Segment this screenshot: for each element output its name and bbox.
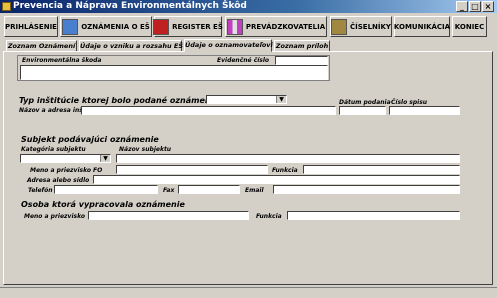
maximize-button[interactable]: □ [469, 1, 481, 12]
status-bar [0, 287, 497, 298]
window-title: Prevencia a Náprava Environmentálnych Šk… [13, 1, 247, 11]
document-icon [62, 18, 79, 35]
minimize-button[interactable]: _ [456, 1, 468, 12]
osoba-meno-label: Meno a priezvisko [24, 213, 85, 220]
title-bar: Prevencia a Náprava Environmentálnych Šk… [0, 0, 497, 13]
kategoria-subjektu-label: Kategória subjektu [21, 146, 86, 153]
app-icon [2, 2, 11, 11]
book-icon [153, 18, 170, 35]
evidencne-cislo-input[interactable] [275, 56, 328, 65]
chevron-down-icon[interactable]: ▼ [100, 155, 110, 162]
osoba-funkcia-label: Funkcia [256, 213, 282, 220]
menu-prevadzkovatelia-label: PREVÁDZKOVATELIA [245, 22, 326, 31]
menu-oznamenia-label: OZNÁMENIA O EŠ [81, 22, 150, 31]
email-input[interactable] [273, 185, 460, 194]
institucia-section-title: Typ inštitúcie ktorej bolo podané oznáme… [19, 96, 219, 105]
subjekt-section-title: Subjekt podávajúci oznámenie [21, 135, 159, 144]
menu-oznamenia-button[interactable]: OZNÁMENIA O EŠ [60, 16, 152, 37]
osoba-section-title: Osoba ktorá vypracovala oznámenie [21, 200, 185, 209]
menu-ciselniky-button[interactable]: ČÍSELNÍKY [330, 16, 392, 37]
datum-podania-label: Dátum podania [339, 99, 391, 106]
menu-komunikacia-button[interactable]: KOMUNIKÁCIA [394, 16, 450, 37]
menu-register-label: REGISTER EŠ [172, 22, 223, 31]
adresa-sidlo-input[interactable] [93, 175, 460, 184]
fax-label: Fax [163, 187, 175, 194]
menu-ciselniky-label: ČÍSELNÍKY [350, 22, 391, 31]
telefon-label: Telefón [28, 187, 53, 194]
kategoria-subjektu-select[interactable]: ▼ [20, 154, 111, 163]
adresa-sidlo-label: Adresa alebo sídlo [27, 177, 90, 184]
evidencne-cislo-label: Evidenčné číslo [217, 57, 270, 64]
datum-podania-input[interactable] [339, 106, 386, 115]
menu-prevadzkovatelia-button[interactable]: PREVÁDZKOVATELIA [225, 16, 327, 37]
menu-register-button[interactable]: REGISTER EŠ [153, 16, 223, 37]
fax-input[interactable] [178, 185, 240, 194]
env-skoda-input[interactable] [20, 65, 328, 80]
nazov-adresa-institucie-input[interactable] [81, 106, 336, 115]
tab-udaje-oznamovatel[interactable]: Údaje o oznamovateľovi [184, 39, 273, 52]
funkcia-subjekt-label: Funkcia [272, 167, 298, 174]
typ-institucie-select[interactable]: ▼ [206, 95, 287, 104]
menu-prihlasenie-button[interactable]: PRIHLÁSENIE [4, 16, 58, 37]
archive-icon [331, 18, 348, 35]
env-skoda-label: Environmentálna škoda [22, 57, 102, 64]
meno-priezvisko-fo-label: Meno a priezvisko FO [30, 167, 103, 174]
osoba-funkcia-input[interactable] [287, 211, 460, 220]
meno-priezvisko-fo-input[interactable] [116, 165, 268, 174]
chevron-down-icon[interactable]: ▼ [276, 96, 286, 103]
menu-komunikacia-label: KOMUNIKÁCIA [393, 22, 451, 31]
telefon-input[interactable] [54, 185, 158, 194]
osoba-meno-input[interactable] [88, 211, 249, 220]
menu-koniec-label: KONIEC [454, 22, 485, 31]
funkcia-subjekt-input[interactable] [303, 165, 460, 174]
menu-prihlasenie-label: PRIHLÁSENIE [5, 22, 57, 31]
email-label: Email [245, 187, 264, 194]
cislo-spisu-input[interactable] [389, 106, 460, 115]
chart-icon [226, 18, 243, 35]
cislo-spisu-label: Číslo spisu [391, 99, 428, 106]
close-button[interactable]: × [482, 1, 494, 12]
nazov-subjektu-input[interactable] [116, 154, 460, 163]
menu-koniec-button[interactable]: KONIEC [452, 16, 487, 37]
nazov-subjektu-label: Názov subjektu [119, 146, 172, 153]
